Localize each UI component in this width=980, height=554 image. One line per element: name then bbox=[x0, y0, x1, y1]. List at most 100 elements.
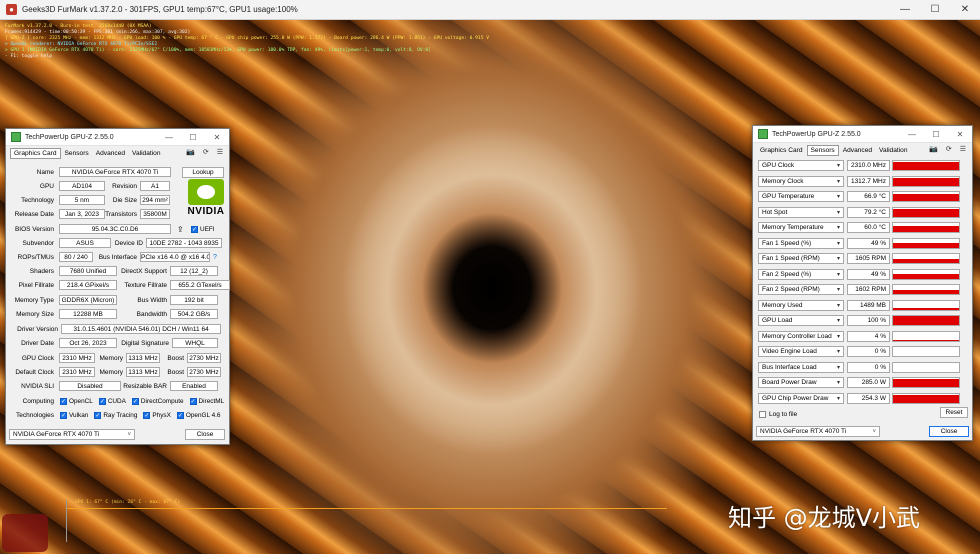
uefi-checkbox[interactable]: ✓ bbox=[191, 225, 198, 233]
gpu-field: AD104 bbox=[59, 181, 105, 191]
texture-fillrate-field: 655.2 GTexel/s bbox=[170, 280, 230, 290]
maximize-icon[interactable]: ☐ bbox=[924, 130, 948, 139]
sensor-name-select[interactable]: GPU Load ▾ bbox=[758, 315, 844, 326]
refresh-icon[interactable]: ⟳ bbox=[946, 145, 952, 153]
gpu-select[interactable]: NVIDIA GeForce RTX 4070 Ti ˅ bbox=[756, 426, 880, 437]
sensor-graph bbox=[892, 377, 960, 388]
sensor-name-select[interactable]: GPU Chip Power Draw ▾ bbox=[758, 392, 844, 404]
tab-validation[interactable]: Validation bbox=[129, 149, 163, 158]
camera-icon[interactable]: 📷 bbox=[186, 148, 195, 156]
sensor-name-select[interactable]: Board Power Draw ▾ bbox=[758, 377, 844, 388]
memory-type-field: GDDR6X (Micron) bbox=[59, 295, 117, 305]
gpu-select[interactable]: NVIDIA GeForce RTX 4070 Ti ˅ bbox=[9, 429, 135, 440]
tab-graphics-card[interactable]: Graphics Card bbox=[757, 146, 806, 155]
furmark-titlebar[interactable]: ● Geeks3D FurMark v1.37.2.0 - 301FPS, GP… bbox=[0, 0, 980, 20]
sensor-graph bbox=[892, 222, 960, 233]
sensor-name-select[interactable]: Fan 2 Speed (%) ▾ bbox=[758, 268, 844, 280]
sensor-graph bbox=[892, 237, 960, 249]
memory-size-label: Memory Size bbox=[16, 310, 54, 318]
opengl-checkbox[interactable]: ✓ bbox=[176, 411, 184, 419]
sensor-value: 100 % bbox=[847, 315, 890, 326]
directml-checkbox[interactable]: ✓ bbox=[189, 397, 197, 405]
minimize-icon[interactable]: — bbox=[900, 130, 924, 139]
tab-sensors[interactable]: Sensors bbox=[62, 149, 92, 158]
camera-icon[interactable]: 📷 bbox=[929, 145, 938, 153]
refresh-icon[interactable]: ⟳ bbox=[203, 148, 209, 156]
sensor-name-select[interactable]: GPU Clock ▾ bbox=[758, 160, 844, 171]
gpuz-right-tabs: Graphics Card Sensors Advanced Validatio… bbox=[753, 143, 972, 157]
sensor-name-select[interactable]: GPU Temperature ▾ bbox=[758, 191, 844, 202]
sensor-name-select[interactable]: Fan 1 Speed (%) ▾ bbox=[758, 237, 844, 249]
sensor-row: Hot Spot ▾ 79.2 °C bbox=[758, 206, 966, 219]
reset-button[interactable]: Reset bbox=[940, 407, 968, 418]
sensor-name-select[interactable]: Video Engine Load ▾ bbox=[758, 346, 844, 357]
minimize-icon[interactable]: — bbox=[157, 133, 181, 142]
device-id-label: Device ID bbox=[114, 239, 143, 247]
lookup-button[interactable]: Lookup bbox=[182, 166, 224, 178]
sli-field: Disabled bbox=[59, 381, 121, 391]
sensor-name: Hot Spot bbox=[762, 208, 788, 216]
raytracing-checkbox[interactable]: ✓ bbox=[94, 411, 102, 419]
sensor-value: 66.9 °C bbox=[847, 191, 890, 202]
tab-advanced[interactable]: Advanced bbox=[93, 149, 128, 158]
close-button[interactable]: Close bbox=[929, 426, 969, 437]
cuda-label: CUDA bbox=[107, 397, 126, 405]
gpu-label: GPU bbox=[39, 182, 54, 190]
vulkan-checkbox[interactable]: ✓ bbox=[60, 411, 67, 419]
sensor-name-select[interactable]: Memory Clock ▾ bbox=[758, 175, 844, 187]
sensor-name-select[interactable]: Memory Temperature ▾ bbox=[758, 222, 844, 233]
minimize-icon[interactable]: — bbox=[890, 0, 920, 19]
tab-validation[interactable]: Validation bbox=[876, 146, 910, 155]
sensor-name-select[interactable]: Memory Controller Load ▾ bbox=[758, 330, 844, 342]
sensor-value: 60.0 °C bbox=[847, 222, 890, 233]
sensor-value: 285.0 W bbox=[847, 377, 890, 388]
sensor-row: Board Power Draw ▾ 285.0 W bbox=[758, 376, 966, 389]
directcompute-checkbox[interactable]: ✓ bbox=[131, 397, 139, 405]
sensor-value: 1605 RPM bbox=[847, 253, 890, 264]
menu-icon[interactable]: ☰ bbox=[217, 148, 223, 156]
technologies-label: Technologies bbox=[16, 411, 54, 419]
sensor-name: GPU Temperature bbox=[762, 193, 815, 200]
cuda-checkbox[interactable]: ✓ bbox=[98, 397, 106, 405]
furmark-logo bbox=[2, 514, 48, 552]
sensor-value: 254.3 W bbox=[847, 392, 890, 404]
opencl-checkbox[interactable]: ✓ bbox=[60, 397, 67, 405]
log-to-file-checkbox[interactable] bbox=[759, 410, 766, 418]
close-icon[interactable]: ✕ bbox=[205, 133, 229, 142]
tab-graphics-card[interactable]: Graphics Card bbox=[10, 147, 61, 159]
sensor-name: GPU Clock bbox=[762, 162, 795, 169]
close-button[interactable]: Close bbox=[185, 429, 225, 440]
default-memory-label: Memory bbox=[99, 368, 123, 376]
sensor-name-select[interactable]: Bus Interface Load ▾ bbox=[758, 361, 844, 373]
pixel-fillrate-label: Pixel Fillrate bbox=[18, 281, 54, 289]
gpuz-graphics-card-window: TechPowerUp GPU-Z 2.55.0 — ☐ ✕ Graphics … bbox=[5, 128, 230, 445]
default-clock-field: 2310 MHz bbox=[59, 367, 95, 377]
sensor-name-select[interactable]: Fan 1 Speed (RPM) ▾ bbox=[758, 253, 844, 264]
share-icon[interactable]: ⇪ bbox=[177, 225, 187, 234]
sensor-name: Fan 2 Speed (RPM) bbox=[762, 286, 820, 293]
sensor-name-select[interactable]: Fan 2 Speed (RPM) ▾ bbox=[758, 284, 844, 295]
sensor-graph-fill bbox=[893, 289, 959, 294]
sensor-name-select[interactable]: Memory Used ▾ bbox=[758, 299, 844, 311]
sensor-name: GPU Chip Power Draw bbox=[762, 394, 829, 402]
close-icon[interactable]: ✕ bbox=[950, 0, 980, 19]
gpuz-right-titlebar[interactable]: TechPowerUp GPU-Z 2.55.0 — ☐ ✕ bbox=[753, 126, 972, 143]
sensor-name: Fan 1 Speed (RPM) bbox=[762, 255, 820, 262]
tab-advanced[interactable]: Advanced bbox=[840, 146, 875, 155]
sensor-name-select[interactable]: Hot Spot ▾ bbox=[758, 206, 844, 218]
gpuz-left-titlebar[interactable]: TechPowerUp GPU-Z 2.55.0 — ☐ ✕ bbox=[6, 129, 229, 146]
physx-checkbox[interactable]: ✓ bbox=[143, 411, 151, 419]
help-icon[interactable]: ? bbox=[213, 254, 217, 261]
menu-icon[interactable]: ☰ bbox=[960, 145, 966, 153]
sensor-row: Memory Clock ▾ 1312.7 MHz bbox=[758, 175, 966, 188]
maximize-icon[interactable]: ☐ bbox=[181, 133, 205, 142]
maximize-icon[interactable]: ☐ bbox=[920, 0, 950, 19]
sensor-value: 2310.0 MHz bbox=[847, 160, 890, 171]
chevron-down-icon: ▾ bbox=[836, 349, 840, 355]
sensor-graph-fill bbox=[893, 258, 959, 263]
device-id-field: 10DE 2782 - 1043 8935 bbox=[146, 238, 222, 248]
close-icon[interactable]: ✕ bbox=[948, 130, 972, 139]
chevron-down-icon: ▾ bbox=[836, 163, 840, 169]
sensor-graph bbox=[892, 315, 960, 326]
tab-sensors[interactable]: Sensors bbox=[806, 144, 839, 156]
